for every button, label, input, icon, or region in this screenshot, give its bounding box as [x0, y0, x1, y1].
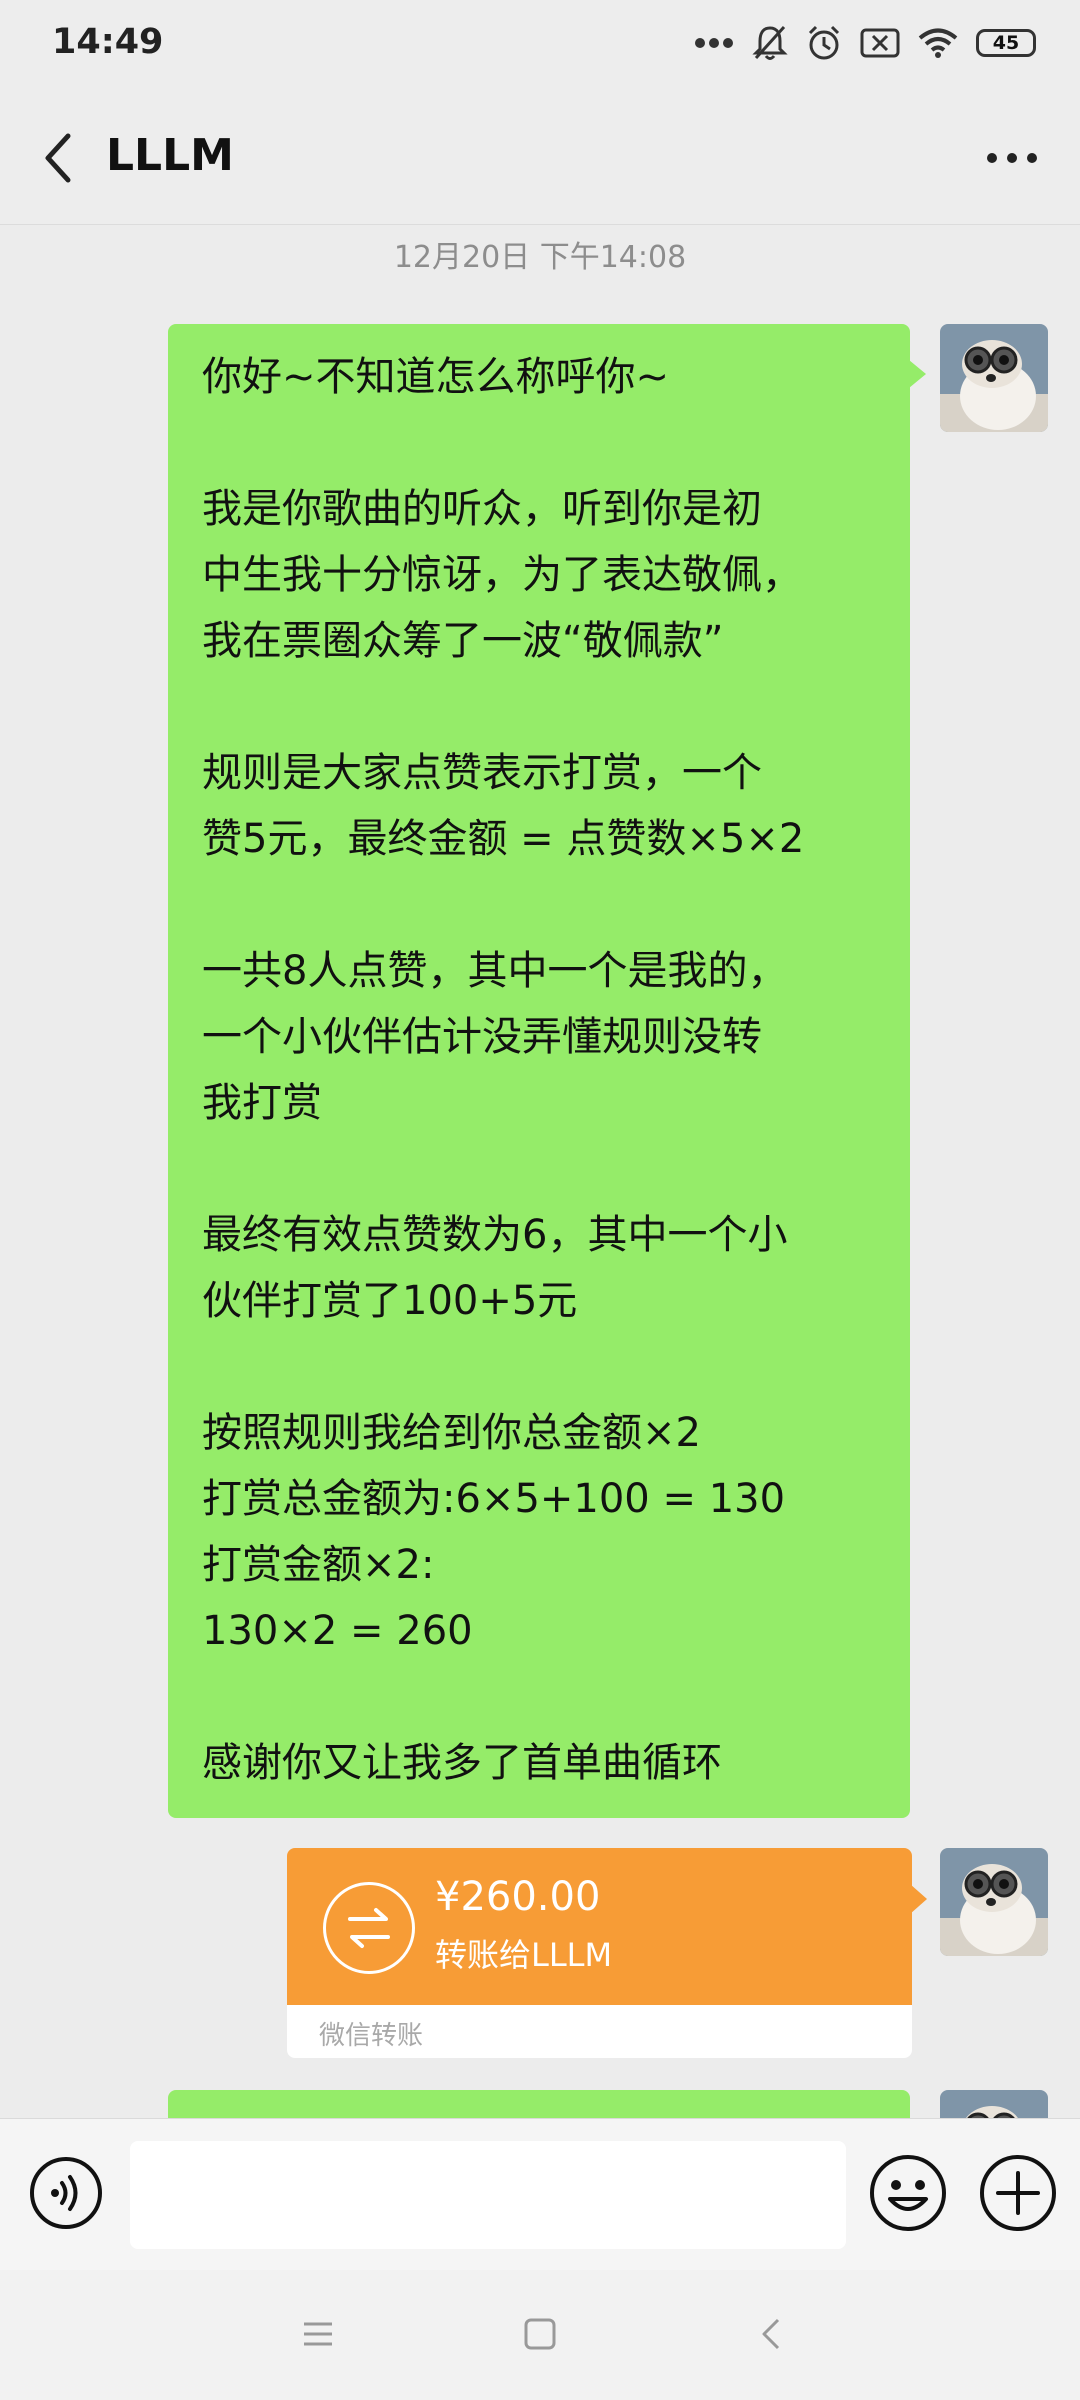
more-button[interactable] — [982, 136, 1042, 180]
message-line: 打赏总金额为:6×5+100 = 130 — [202, 1476, 786, 1522]
message-line: 最终有效点赞数为6，其中一个小 — [202, 1212, 788, 1258]
transfer-amount: ¥260.00 — [435, 1874, 601, 1920]
message-line: 我在票圈众筹了一波“敬佩款” — [202, 618, 724, 664]
menu-icon — [304, 2322, 332, 2346]
message-line: 规则是大家点赞表示打赏，一个 — [202, 750, 762, 796]
back-button[interactable] — [30, 126, 90, 190]
status-bar: 14:49 45 — [0, 0, 1080, 92]
emoji-button[interactable] — [868, 2153, 948, 2233]
sim-x-icon — [860, 28, 900, 58]
message-line: 感谢你又让我多了首单曲循环 — [202, 1740, 722, 1786]
battery-icon: 45 — [976, 29, 1036, 57]
message-bubble[interactable]: 你好~不知道怎么称呼你~ 我是你歌曲的听众，听到你是初 中生我十分惊讶，为了表达敬佩… — [168, 324, 926, 1818]
message-line: 打赏金额×2: — [202, 1542, 435, 1588]
message-line — [202, 674, 876, 740]
chat-header: LLLM — [0, 92, 1080, 225]
alarm-icon — [808, 25, 840, 60]
chat-title: LLLM — [106, 130, 234, 181]
voice-icon — [30, 2157, 102, 2229]
transfer-label: 微信转账 — [319, 2021, 424, 2051]
back-triangle-icon — [762, 2318, 780, 2350]
transfer-card[interactable]: ¥260.00 转账给LLLM 微信转账 — [287, 1848, 912, 2058]
avatar[interactable] — [940, 324, 1048, 432]
transfer-description: 转账给LLLM — [435, 1936, 613, 1974]
message-line: 我打赏 — [202, 1080, 322, 1126]
message-line: 一共8人点赞，其中一个是我的， — [202, 948, 788, 994]
transfer-arrows-icon — [323, 1882, 415, 1974]
nav-menu-button[interactable] — [300, 2314, 336, 2358]
message-line — [202, 410, 876, 476]
more-dots-icon — [695, 38, 733, 48]
system-nav-bar — [0, 2270, 1080, 2400]
emoji-icon — [870, 2155, 946, 2231]
bubble-tail — [909, 360, 926, 388]
avatar[interactable] — [940, 1848, 1048, 1956]
nav-home-button[interactable] — [522, 2314, 558, 2358]
chat-timestamp: 12月20日 下午14:08 — [393, 240, 687, 275]
voice-button[interactable] — [28, 2155, 104, 2231]
message-line: 中生我十分惊讶，为了表达敬佩， — [202, 552, 802, 598]
message-line: 你好~不知道怎么称呼你~ — [202, 354, 670, 400]
message-text: 你好~不知道怎么称呼你~ 我是你歌曲的听众，听到你是初 中生我十分惊讶，为了表达敬佩… — [202, 344, 876, 1796]
transfer-tail — [910, 1884, 927, 1914]
message-line: 130×2 = 260 — [202, 1608, 473, 1654]
message-line — [202, 1334, 876, 1400]
message-line — [202, 872, 876, 938]
status-time: 14:49 — [52, 22, 164, 62]
message-line: 伙伴打赏了100+5元 — [202, 1278, 578, 1324]
message-line — [202, 1664, 876, 1730]
input-bar — [0, 2118, 1080, 2271]
message-input[interactable] — [130, 2141, 846, 2249]
back-chevron-icon — [45, 133, 71, 183]
message-line: 按照规则我给到你总金额×2 — [202, 1410, 701, 1456]
message-line: 我是你歌曲的听众，听到你是初 — [202, 486, 762, 532]
wifi-icon — [918, 28, 958, 58]
plus-button[interactable] — [978, 2153, 1058, 2233]
status-icons: 45 — [694, 24, 1036, 62]
transfer-card-footer: 微信转账 — [287, 2005, 912, 2058]
message-line: 一个小伙伴估计没弄懂规则没转 — [202, 1014, 762, 1060]
message-line: 赞5元，最终金额 = 点赞数×5×2 — [202, 816, 805, 862]
plus-icon — [980, 2155, 1056, 2231]
home-square-icon — [524, 2318, 556, 2350]
transfer-card-body: ¥260.00 转账给LLLM — [287, 1848, 912, 2005]
mute-bell-icon — [752, 25, 788, 60]
nav-back-button[interactable] — [754, 2314, 790, 2358]
battery-level: 45 — [992, 32, 1020, 54]
message-line — [202, 1136, 876, 1202]
more-icon — [987, 153, 1037, 163]
